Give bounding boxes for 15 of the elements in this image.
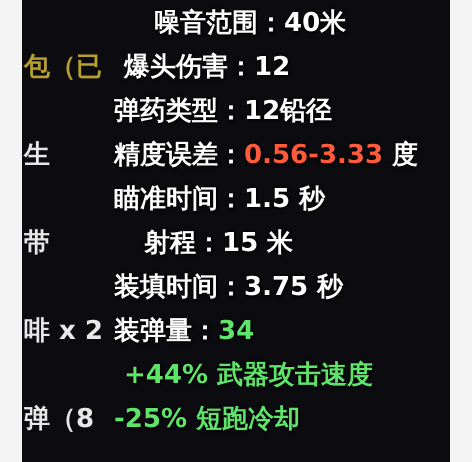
background-item-text: 弹（8	[23, 403, 96, 436]
background-item-text: 带	[23, 227, 51, 260]
stat-line: 装填时间：3.75 秒	[114, 271, 344, 304]
bonus-line: +44% 武器攻击速度	[124, 359, 374, 392]
background-item-text: 生	[22, 139, 51, 172]
stat-line: 弹药类型：12铅径	[114, 95, 332, 128]
stat-line: 精度误差：0.56-3.33 度	[114, 139, 418, 172]
stat-line: 瞄准时间：1.5 秒	[114, 183, 326, 216]
stat-line: 爆头伤害：12	[124, 51, 290, 84]
stat-line: 射程：15 米	[144, 227, 294, 260]
stat-line: 装弹量：34	[114, 315, 254, 348]
background-item-text: 啡 x 2	[23, 315, 104, 348]
stat-line: 噪音范围：40米	[154, 7, 346, 40]
bonus-line: -25% 短跑冷却	[114, 403, 300, 436]
background-item-text: 包（已	[22, 51, 103, 84]
